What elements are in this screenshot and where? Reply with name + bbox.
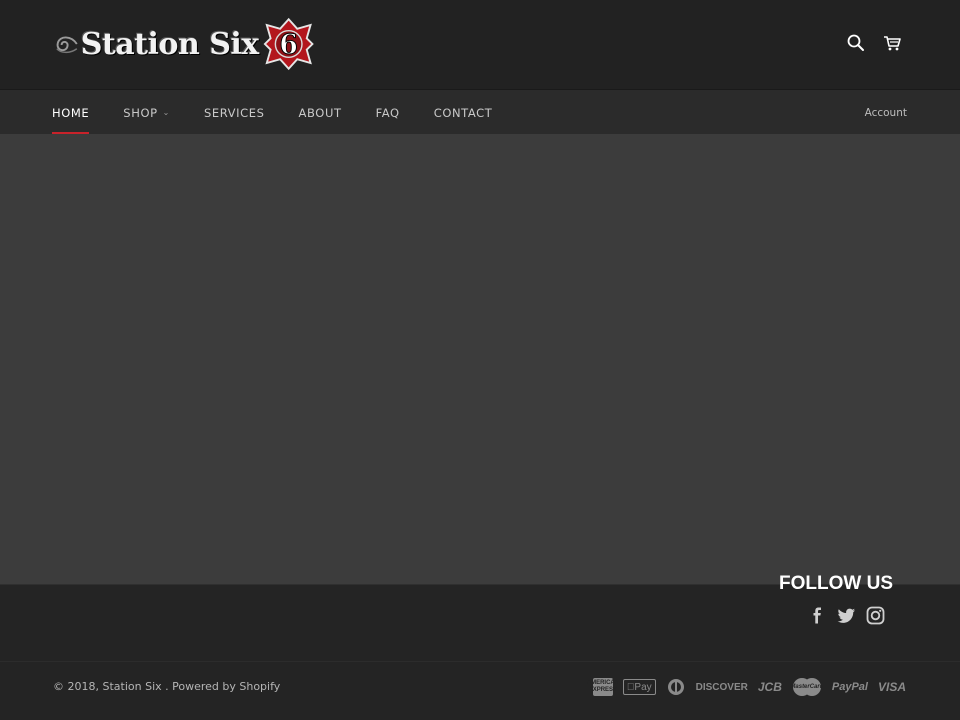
follow-us-heading: FOLLOW US [779, 573, 893, 594]
logo-swirl-icon [56, 36, 78, 54]
search-icon[interactable] [846, 33, 866, 53]
visa-icon: VISA [877, 680, 906, 694]
facebook-icon[interactable] [808, 606, 827, 625]
nav-item-label: CONTACT [433, 105, 493, 120]
nav-item-label: FAQ [375, 105, 400, 120]
mastercard-icon: MasterCard [790, 676, 824, 698]
apple-pay-icon:  Pay [622, 679, 656, 695]
nav-item-about[interactable]: ABOUT [299, 90, 342, 135]
twitter-icon[interactable] [837, 606, 856, 625]
copyright-text: © 2018, Station Six . Powered by Shopify [53, 680, 281, 693]
mastercard-label: MasterCard [790, 684, 824, 690]
nav-item-label: ABOUT [298, 105, 342, 120]
apple-pay-label: Pay [634, 681, 652, 693]
maltese-cross-badge-icon: 6 [263, 17, 314, 71]
nav-item-label: HOME [52, 105, 90, 120]
nav-item-contact[interactable]: CONTACT [434, 90, 493, 135]
instagram-icon[interactable] [866, 606, 885, 625]
payment-icons: AMERICAN EXPRESS  Pay DISCOVER JCB Mast… [587, 676, 906, 698]
cart-icon[interactable] [882, 33, 902, 53]
amex-icon: AMERICAN EXPRESS [587, 678, 619, 696]
social-links [808, 606, 885, 625]
nav-list: HOME SHOP ⌄ SERVICES ABOUT FAQ CONTACT [52, 90, 526, 135]
main-navigation: HOME SHOP ⌄ SERVICES ABOUT FAQ CONTACT A… [0, 89, 960, 135]
footer-bottom-bar: © 2018, Station Six . Powered by Shopify… [0, 661, 960, 720]
nav-item-home[interactable]: HOME [52, 90, 90, 135]
chevron-down-icon: ⌄ [162, 108, 170, 117]
discover-icon: DISCOVER [695, 681, 748, 693]
diners-club-icon [667, 679, 684, 695]
hero-banner [0, 134, 960, 584]
account-link[interactable]: Account [865, 90, 907, 135]
nav-item-shop[interactable]: SHOP ⌄ [123, 90, 170, 135]
site-footer: FOLLOW US [0, 573, 960, 661]
site-header: Station Six 6 [0, 0, 960, 89]
nav-item-faq[interactable]: FAQ [376, 90, 400, 135]
nav-item-services[interactable]: SERVICES [204, 90, 265, 135]
site-logo[interactable]: Station Six 6 [54, 15, 314, 73]
jcb-icon: JCB [757, 680, 782, 694]
nav-item-label: SERVICES [203, 105, 265, 120]
apple-logo-icon:  [627, 682, 635, 693]
logo-badge-number: 6 [279, 30, 298, 61]
nav-item-label: SHOP [123, 105, 158, 120]
paypal-icon: PayPal [831, 681, 868, 693]
logo-text: Station Six [80, 26, 259, 62]
header-icons [846, 33, 902, 53]
